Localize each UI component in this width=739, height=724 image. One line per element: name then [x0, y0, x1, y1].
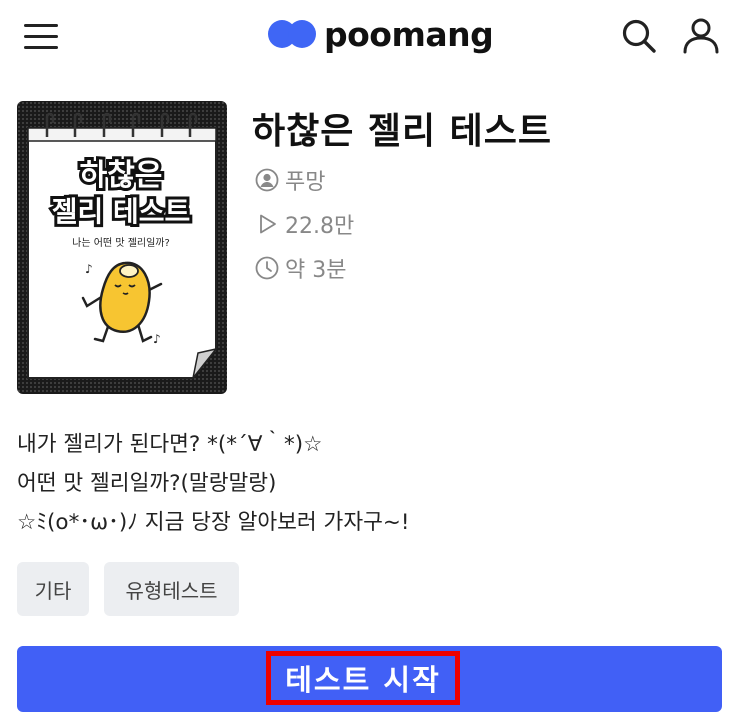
description-line: 내가 젤리가 된다면? *(*´∀｀*)☆ — [17, 432, 323, 457]
tag-etc[interactable]: 기타 — [17, 562, 89, 616]
tag-type-test[interactable]: 유형테스트 — [104, 562, 239, 616]
play-icon — [260, 214, 276, 234]
clock-icon — [255, 256, 279, 280]
view-count-value: 22.8만 — [285, 214, 355, 239]
user-icon[interactable] — [681, 16, 721, 56]
start-test-button[interactable]: 테스트 시작 — [17, 646, 722, 712]
search-icon[interactable] — [620, 17, 658, 55]
logo-mark-icon — [268, 18, 316, 50]
duration-value: 약 3분 — [285, 258, 347, 283]
description-line: ☆ﾐ(o*･ω･)ﾉ 지금 당장 알아보러 가자구~! — [17, 510, 410, 535]
user-circle-icon — [255, 168, 279, 192]
author-info: 푸망 — [255, 164, 325, 196]
start-test-label: 테스트 시작 — [285, 663, 441, 697]
start-label-highlight: 테스트 시작 — [266, 651, 460, 705]
cover-title-line2: 젤리 테스트 — [52, 195, 191, 228]
svg-text:♪: ♪ — [85, 262, 93, 276]
logo-text: poomang — [324, 14, 494, 54]
menu-icon[interactable] — [24, 22, 60, 50]
view-count: 22.8만 — [255, 208, 354, 240]
cover-subtitle: 나는 어떤 맛 젤리일까? — [72, 237, 170, 249]
test-cover-image: 하찮은 젤리 테스트 나는 어떤 맛 젤리일까? ♪ ♪ — [17, 101, 227, 394]
duration-info: 약 3분 — [255, 252, 346, 284]
svg-text:♪: ♪ — [153, 332, 161, 346]
description-line: 어떤 맛 젤리일까?(말랑말랑) — [17, 471, 277, 496]
cover-title-line1: 하찮은 — [80, 158, 163, 193]
test-description: 내가 젤리가 된다면? *(*´∀｀*)☆ 어떤 맛 젤리일까?(말랑말랑) ☆… — [17, 425, 717, 542]
author-name: 푸망 — [285, 170, 326, 195]
poomang-logo[interactable]: poomang — [268, 14, 494, 54]
test-title: 하찮은 젤리 테스트 — [252, 111, 553, 152]
top-navigation: poomang — [0, 0, 739, 70]
